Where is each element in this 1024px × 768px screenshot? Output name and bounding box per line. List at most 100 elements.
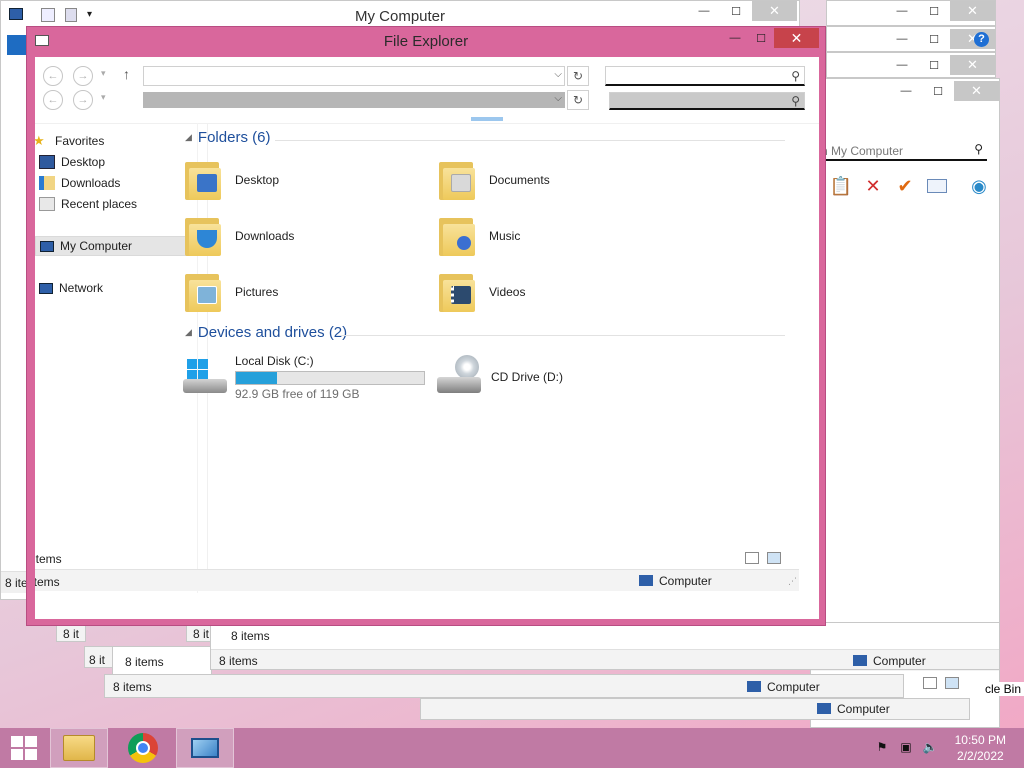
search-icon: ⚲ — [791, 69, 800, 83]
resize-grip-icon[interactable]: ⋰ — [788, 576, 797, 587]
taskbar-file-explorer[interactable] — [50, 728, 108, 768]
taskbar-chrome[interactable] — [114, 728, 172, 768]
minimize-button[interactable]: — — [886, 1, 918, 21]
minimize-button[interactable]: — — [688, 1, 720, 21]
address-bar[interactable]: ⌵ — [143, 66, 565, 86]
downloads-icon — [39, 176, 55, 190]
collapse-arrow-icon[interactable]: ◢ — [185, 327, 192, 338]
sidebar-item-favorites[interactable]: ★ Favorites — [35, 131, 191, 151]
search-placeholder: n My Computer — [821, 144, 904, 158]
window-title[interactable]: File Explorer — [27, 27, 825, 57]
sidebar-item-label: My Computer — [60, 239, 133, 253]
large-icons-view-icon[interactable] — [945, 677, 959, 689]
folder-label: Pictures — [235, 285, 279, 299]
recent-locations-icon[interactable]: ▾ — [101, 68, 106, 79]
network-tray-icon[interactable]: ▣ — [898, 740, 914, 756]
computer-icon — [40, 240, 54, 252]
close-button[interactable]: ✕ — [950, 1, 995, 21]
collapse-arrow-icon[interactable]: ◢ — [185, 132, 192, 143]
minimize-button[interactable]: — — [886, 29, 918, 49]
star-icon: ★ — [35, 133, 45, 148]
drives-group-header[interactable]: ◢ Devices and drives (2) — [185, 324, 347, 341]
close-button[interactable]: ✕ — [752, 1, 797, 21]
sidebar-item-my-computer[interactable]: My Computer — [35, 236, 191, 256]
clock-date: 2/2/2022 — [956, 749, 1004, 763]
toolbar: 📋 ✕ ✔ ◉ — [829, 174, 999, 200]
search-icon: ⚲ — [974, 142, 983, 156]
large-icons-view-icon[interactable] — [767, 552, 781, 564]
sidebar-item-desktop[interactable]: Desktop — [35, 152, 191, 172]
address-dropdown-icon[interactable]: ⌵ — [554, 93, 562, 104]
delete-icon[interactable]: ✕ — [861, 174, 885, 198]
volume-muted-icon[interactable]: 🔈 — [922, 740, 938, 756]
close-button[interactable]: ✕ — [774, 28, 819, 48]
close-button[interactable]: ✕ — [950, 55, 995, 75]
status-bar-inner: 8 items — [35, 549, 819, 569]
downloads-folder-icon — [183, 214, 223, 258]
start-button[interactable] — [0, 728, 48, 768]
status-bar: 8 items Computer ⋰ — [35, 569, 799, 591]
refresh-button[interactable]: ↻ — [567, 90, 589, 110]
drive-cd-d[interactable]: CD Drive (D:) — [437, 353, 563, 401]
folder-label: Downloads — [235, 229, 295, 243]
maximize-button[interactable]: ☐ — [748, 28, 774, 48]
folders-group-title: Folders (6) — [197, 129, 271, 146]
status-item-count: 8 it — [63, 627, 80, 641]
rename-icon[interactable] — [925, 174, 949, 198]
folder-label: Desktop — [235, 173, 280, 187]
folder-music[interactable]: Music — [437, 210, 520, 262]
help-icon[interactable]: ? — [974, 32, 989, 47]
maximize-button[interactable]: ☐ — [720, 1, 752, 21]
status-item-count: 8 items — [125, 655, 164, 669]
clock[interactable]: 10:50 PM 2/2/2022 — [955, 732, 1006, 764]
taskbar-my-computer[interactable] — [176, 728, 234, 768]
recent-places-icon — [39, 197, 55, 211]
folder-downloads[interactable]: Downloads — [183, 210, 294, 262]
ribbon-tab-strip — [7, 35, 27, 55]
back-button[interactable]: ← — [43, 90, 63, 110]
close-button[interactable]: ✕ — [954, 81, 999, 101]
forward-button[interactable]: → — [73, 90, 93, 110]
check-icon[interactable]: ✔ — [893, 174, 917, 198]
details-view-icon[interactable] — [745, 552, 759, 564]
globe-icon[interactable]: ◉ — [967, 174, 991, 198]
drive-local-disk-c[interactable]: Local Disk (C:) 92.9 GB free of 119 GB — [183, 347, 425, 407]
computer-icon — [747, 681, 761, 692]
refresh-button[interactable]: ↻ — [567, 66, 589, 86]
details-view-icon[interactable] — [923, 677, 937, 689]
folders-group-header[interactable]: ◢ Folders (6) — [185, 129, 270, 146]
folder-documents[interactable]: Documents — [437, 154, 550, 206]
address-bar[interactable]: ⌵ — [143, 92, 565, 108]
maximize-button[interactable]: ☐ — [918, 1, 950, 21]
paste-icon[interactable]: 📋 — [829, 174, 853, 198]
minimize-button[interactable]: — — [722, 28, 748, 48]
sidebar-item-label: Recent places — [61, 197, 138, 211]
search-input[interactable]: ⚲ — [605, 66, 805, 86]
drive-free-space: 92.9 GB free of 119 GB — [235, 386, 360, 401]
search-box[interactable]: n My Computer ⚲ — [817, 141, 987, 161]
address-dropdown-icon[interactable]: ⌵ — [554, 69, 562, 80]
forward-button[interactable]: → — [73, 66, 93, 86]
minimize-button[interactable]: — — [890, 81, 922, 101]
taskbar: ⚑ ▣ 🔈 10:50 PM 2/2/2022 — [0, 728, 1024, 768]
maximize-button[interactable]: ☐ — [918, 29, 950, 49]
sidebar-item-downloads[interactable]: Downloads — [35, 173, 191, 193]
maximize-button[interactable]: ☐ — [918, 55, 950, 75]
maximize-button[interactable]: ☐ — [922, 81, 954, 101]
search-input[interactable]: ⚲ — [609, 92, 805, 110]
folder-videos[interactable]: Videos — [437, 266, 525, 318]
back-button[interactable]: ← — [43, 66, 63, 86]
stacked-window-3: — ☐ ✕ — [826, 52, 996, 78]
sidebar-item-recent-places[interactable]: Recent places — [35, 194, 191, 214]
sidebar-item-network[interactable]: Network — [35, 278, 191, 298]
up-button[interactable]: ↑ — [123, 66, 130, 82]
back-window-titlebar[interactable]: ▾ My Computer — [1, 1, 799, 25]
recent-locations-icon[interactable]: ▾ — [101, 92, 106, 103]
status-item-count: 8 items — [35, 552, 62, 566]
computer-icon — [817, 703, 831, 714]
folder-desktop[interactable]: Desktop — [183, 154, 279, 206]
action-center-flag-icon[interactable]: ⚑ — [874, 740, 890, 756]
folder-pictures[interactable]: Pictures — [183, 266, 278, 318]
recycle-bin-label[interactable]: cle Bin — [981, 682, 1024, 696]
minimize-button[interactable]: — — [886, 55, 918, 75]
